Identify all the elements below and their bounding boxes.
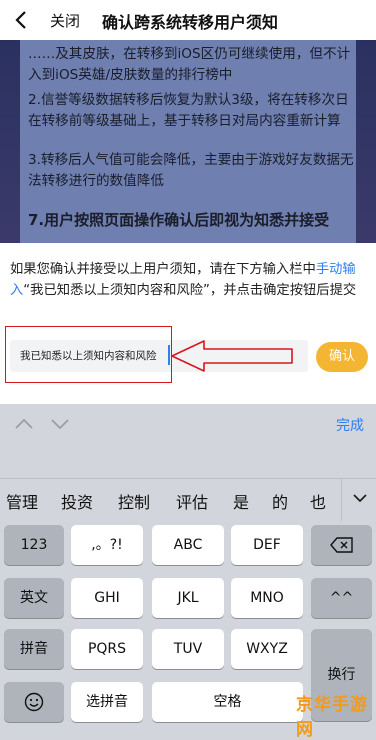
- notice-card: ……及其皮肤，在转移到iOS区仍可继续使用，但不计入到iOS英雄/皮肤数量的排行…: [20, 40, 356, 243]
- highlight-box: [5, 326, 172, 383]
- background-content: ……及其皮肤，在转移到iOS区仍可继续使用，但不计入到iOS英雄/皮肤数量的排行…: [0, 40, 376, 243]
- candidate-item[interactable]: 也: [310, 489, 326, 513]
- page-title: 确认跨系统转移用户须知: [102, 13, 279, 32]
- close-button[interactable]: 关闭: [50, 10, 80, 31]
- candidate-item[interactable]: 投资: [61, 489, 93, 513]
- nav-bar: 关闭 确认跨系统转移用户须知: [0, 0, 376, 40]
- space-key[interactable]: 空格: [152, 682, 303, 722]
- key-emoticon[interactable]: ^^: [311, 578, 372, 618]
- key-tuv[interactable]: TUV: [152, 629, 224, 669]
- chevron-down-icon[interactable]: [50, 418, 70, 430]
- candidate-item[interactable]: 是: [233, 489, 249, 513]
- key-english[interactable]: 英文: [4, 578, 64, 618]
- confirm-button[interactable]: 确认: [316, 342, 368, 372]
- key-wxyz[interactable]: WXYZ: [231, 629, 303, 669]
- key-abc[interactable]: ABC: [152, 525, 224, 565]
- terms-paragraph-2: 2.信誉等级数据转移后恢复为默认3级，将在转移次日在转移前等级基础上，基于转移日…: [28, 92, 349, 129]
- candidate-item[interactable]: 的: [272, 489, 288, 513]
- annotation-arrow-icon: [171, 340, 293, 372]
- candidate-bar: 管理 投资 控制 评估 是 的 也: [0, 478, 376, 521]
- candidate-item[interactable]: 管理: [6, 489, 38, 513]
- backspace-icon: [329, 537, 353, 553]
- key-jkl[interactable]: JKL: [152, 578, 224, 618]
- key-mno[interactable]: MNO: [231, 578, 303, 618]
- keyboard-toolbar: 完成: [0, 404, 376, 444]
- key-punct[interactable]: ,。?!: [71, 525, 143, 565]
- watermark-logo: 京华手游网: [296, 695, 368, 740]
- emoji-key[interactable]: [4, 682, 64, 722]
- key-pqrs[interactable]: PQRS: [71, 629, 143, 669]
- candidate-divider: [341, 479, 342, 521]
- candidate-item[interactable]: 评估: [176, 489, 208, 513]
- instruction-after: “我已知悉以上须知内容和风险”，并点击确定按钮后提交: [23, 283, 357, 298]
- terms-paragraph-7: 7.用户按照页面操作确认后即视为知悉并接受: [28, 211, 330, 229]
- key-pinyin[interactable]: 拼音: [4, 629, 64, 669]
- expand-candidates-icon[interactable]: [352, 493, 368, 503]
- back-icon[interactable]: [12, 9, 30, 31]
- key-ghi[interactable]: GHI: [71, 578, 143, 618]
- key-select-pinyin[interactable]: 选拼音: [71, 682, 143, 722]
- terms-paragraph-1: ……及其皮肤，在转移到iOS区仍可继续使用，但不计入到iOS英雄/皮肤数量的排行…: [28, 46, 351, 83]
- done-button[interactable]: 完成: [336, 415, 364, 435]
- delete-key[interactable]: [311, 525, 372, 565]
- key-123[interactable]: 123: [4, 525, 64, 565]
- instruction-text: 如果您确认并接受以上用户须知，请在下方输入栏中手动输入“我已知悉以上须知内容和风…: [10, 259, 368, 301]
- instruction-before: 如果您确认并接受以上用户须知，请在下方输入栏中: [10, 262, 316, 277]
- confirm-sheet: 如果您确认并接受以上用户须知，请在下方输入栏中手动输入“我已知悉以上须知内容和风…: [0, 243, 376, 404]
- candidate-item[interactable]: 控制: [118, 489, 150, 513]
- chevron-up-icon[interactable]: [14, 418, 34, 430]
- key-def[interactable]: DEF: [231, 525, 303, 565]
- emoji-icon: [24, 692, 44, 712]
- terms-paragraph-3: 3.转移后人气值可能会降低，主要由于游戏好友数据无法转移进行的数值降低: [28, 152, 354, 189]
